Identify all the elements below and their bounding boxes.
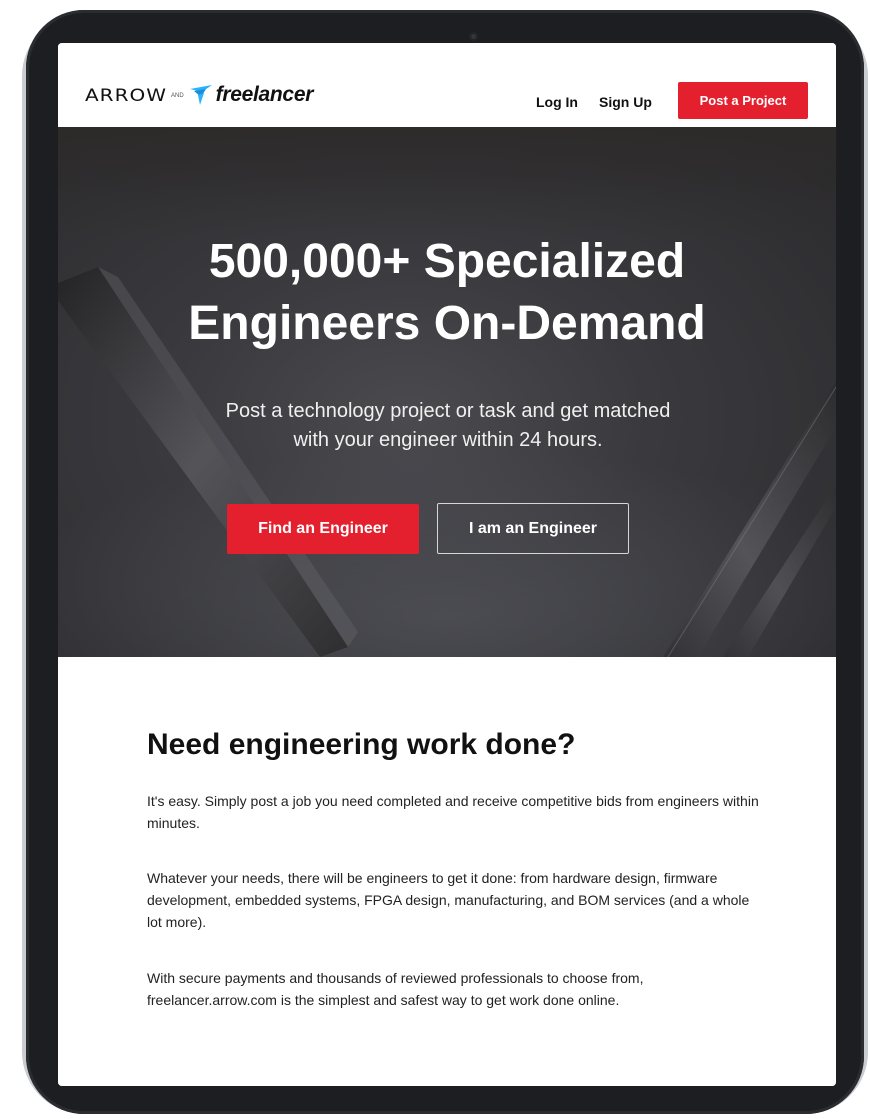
login-link[interactable]: Log In: [536, 94, 578, 110]
logo-and-text: AND: [171, 93, 184, 99]
post-project-button[interactable]: Post a Project: [678, 82, 808, 119]
i-am-engineer-button[interactable]: I am an Engineer: [437, 503, 629, 554]
section-title: Need engineering work done?: [147, 728, 576, 761]
screen: ARROW AND freelancer Log In Sign Up Post…: [58, 43, 836, 1086]
hero-background-image: [58, 127, 836, 657]
freelancer-bird-icon: [188, 83, 214, 107]
paragraph-easy: It's easy. Simply post a job you need co…: [147, 793, 759, 831]
camera-icon: [469, 32, 478, 41]
freelancer-logo: freelancer: [215, 83, 314, 106]
hero-title-line1: 500,000+ Specialized: [208, 235, 686, 288]
hero-subtitle-line1: Post a technology project or task and ge…: [225, 400, 671, 422]
find-engineer-button[interactable]: Find an Engineer: [227, 504, 419, 554]
hero-title-line2: Engineers On-Demand: [188, 297, 706, 350]
signup-link[interactable]: Sign Up: [599, 94, 652, 110]
content-section: Need engineering work done? It's easy. S…: [58, 657, 836, 1086]
hero-section: 500,000+ Specialized Engineers On-Demand…: [58, 127, 836, 657]
paragraph-payments: With secure payments and thousands of re…: [147, 970, 644, 1008]
site-header: ARROW AND freelancer Log In Sign Up Post…: [58, 43, 836, 127]
arrow-logo: ARROW: [85, 84, 167, 106]
hero-subtitle-line2: with your engineer within 24 hours.: [293, 429, 603, 451]
site-logo[interactable]: ARROW AND freelancer: [85, 83, 313, 107]
hero-title: 500,000+ Specialized Engineers On-Demand: [58, 231, 836, 355]
hero-subtitle: Post a technology project or task and ge…: [148, 397, 748, 455]
paragraph-needs: Whatever your needs, there will be engin…: [147, 870, 750, 930]
